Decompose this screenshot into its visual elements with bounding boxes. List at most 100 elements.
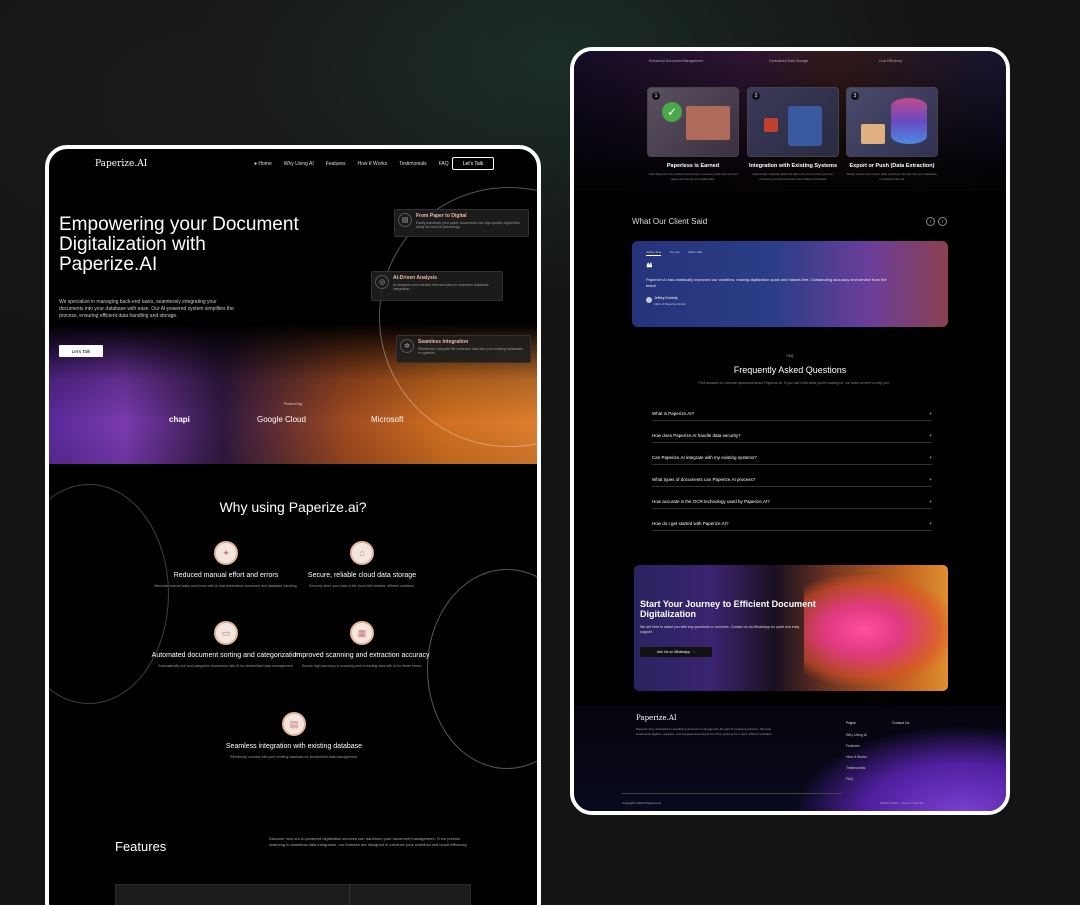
features-panel [115,884,471,905]
testimonial-role: CEO of Paperize Works [654,302,686,306]
nav-links: ● Home Why Using AI Features How It Work… [254,161,449,167]
hero-description: We specialize in managing back-end tasks… [59,299,234,319]
box-illustration [764,118,778,132]
whatsapp-button[interactable]: Join Us on WhatsApp ◌ [640,647,712,657]
cta-banner: Start Your Journey to Efficient Document… [634,565,948,691]
copyright: Copyright ©2024 Paperize.AI [622,801,661,805]
plus-icon: + [929,499,932,504]
footer-pages-heading: Pages [846,721,856,725]
faq-label: FAQ [786,354,794,358]
step-card-2: 2 [747,87,839,157]
lock-icon: ⌂ [350,541,374,565]
logo[interactable]: Paperize.AI [95,159,147,169]
landing-page-preview-left: Paperize.AI ● Home Why Using AI Features… [45,145,541,905]
partner-microsoft-logo: Microsoft [371,415,404,424]
database-icon: ▤ [282,712,306,736]
nav-how[interactable]: How It Works [358,161,388,167]
quote-icon: ❝ [646,261,653,275]
testimonial-text: Paperize.AI has drastically improved our… [646,277,887,288]
benefit-reduced-effort: ✦ Reduced manual effort and errors Minim… [151,541,301,589]
scan-icon: ▦ [350,621,374,645]
testimonial-name: Jeffrey Doherty [654,296,678,300]
benefit-scanning-accuracy: ▦ Improved scanning and extraction accur… [287,621,437,669]
avatar [646,297,652,303]
plus-icon: + [929,433,932,438]
card-seamless-integration: ✲ Seamless Integration Effortlessly inte… [396,335,531,363]
whatsapp-icon: ◌ [693,650,696,654]
testimonial-card: Jeffrey Doe Joy Lee Jaime Hall ❝ Paperiz… [632,241,948,327]
features-title: Features [115,839,167,854]
step-card-1: 1 ✓ [647,87,739,157]
lets-talk-nav-button[interactable]: Let's Talk [452,157,494,170]
footer-link-faq[interactable]: FAQ [846,777,853,781]
carousel-arrows: ‹ › [926,217,947,226]
arrow-right-icon[interactable]: › [938,217,947,226]
footer-divider [622,793,842,794]
decorative-ring-left [49,484,169,704]
card-ai-analysis: ◎ AI-Driven Analysis AI analyzes and ext… [371,271,503,301]
cta-description: We are here to assist you with any quest… [640,625,800,634]
arrow-left-icon[interactable]: ‹ [926,217,935,226]
partner-google-cloud-logo: Google Cloud [257,415,306,424]
footer-link-why[interactable]: Why Using AI [846,733,867,737]
nav-faq[interactable]: FAQ [439,161,449,167]
footer-link-how[interactable]: How It Works [846,755,867,759]
plus-icon: + [929,477,932,482]
plus-icon: + [929,455,932,460]
footer-link-features[interactable]: Features [846,744,860,748]
document-icon: ▤ [398,213,412,227]
card-paper-to-digital: ▤ From Paper to Digital Easily transform… [394,209,529,237]
cta-title: Start Your Journey to Efficient Document… [640,599,816,619]
hero-title: Empowering your Document Digitalization … [59,214,299,275]
document-illustration [686,106,730,140]
footer-logo[interactable]: Paperize.AI [636,714,677,722]
nav-home[interactable]: ● Home [254,161,272,167]
faq-item-6[interactable]: How do I get started with Paperize.AI? + [652,517,932,531]
faq-item-5[interactable]: How accurate is the OCR technology used … [652,495,932,509]
footer: Paperize.AI Paperize.AI is dedicated to … [574,705,1006,811]
faq-item-2[interactable]: How does Paperize.AI handle data securit… [652,429,932,443]
server-illustration [788,106,822,146]
step-2-title: Integration with Existing Systems [748,163,838,169]
benefit-auto-sorting: ▭ Automated document sorting and categor… [151,621,301,669]
network-icon: ✲ [400,339,414,353]
footer-contact-heading: Contact Us [892,721,910,725]
top-nav: Paperize.AI ● Home Why Using AI Features… [49,157,537,179]
faq-title: Frequently Asked Questions [733,365,847,375]
package-illustration [861,124,885,144]
step-3-desc: Easily extract and export data, pushing … [847,172,937,181]
partner-chapi-logo: chapi [169,415,190,424]
testimonial-tabs: Jeffrey Doe Joy Lee Jaime Hall [646,250,702,256]
landing-page-preview-right: Enhanced Document Management Centralized… [570,47,1010,815]
footer-description: Paperize.AI is dedicated to simplifying … [636,727,773,736]
nav-features[interactable]: Features [326,161,346,167]
abstract-art [804,575,948,685]
nav-why[interactable]: Why Using AI [284,161,314,167]
step-2-desc: Seamlessly integrate digitized data into… [752,172,834,181]
faq-item-3[interactable]: Can Paperize.AI integrate with my existi… [652,451,932,465]
benefit-database-integration: ▤ Seamless integration with existing dat… [219,712,369,760]
legal-links[interactable]: Privacy Policy • Terms of Service [880,801,924,805]
sparkle-icon: ✦ [214,541,238,565]
plus-icon: + [929,521,932,526]
benefit-secure-storage: ⌂ Secure, reliable cloud data storage Se… [287,541,437,589]
faq-item-4[interactable]: What types of documents can Paperize.AI … [652,473,932,487]
step-1-desc: Gain Paperize's AI-powered scanning to s… [648,172,738,181]
nav-testimonials[interactable]: Testimonials [399,161,427,167]
faq-item-1[interactable]: What is Paperize.AI? + [652,407,932,421]
step-1-title: Paperless is Earned [666,163,720,169]
footer-link-testimonials[interactable]: Testimonials [846,766,865,770]
checkmark-icon: ✓ [662,102,682,122]
features-description: Discover how our AI-powered digitization… [269,836,468,847]
lets-talk-hero-button[interactable]: Let's Talk [59,345,103,357]
plus-icon: + [929,411,932,416]
partners-label: Partnering [283,401,303,406]
testimonials-title: What Our Client Said [632,217,708,226]
faq-subtitle: Find answers to common questions about P… [698,381,890,385]
step-3-title: Export or Push (Data Extraction) [849,163,935,169]
folder-icon: ▭ [214,621,238,645]
database-illustration [891,98,927,144]
ai-chip-icon: ◎ [375,275,389,289]
step-card-3: 3 [846,87,938,157]
decorative-ring-right [427,569,537,769]
